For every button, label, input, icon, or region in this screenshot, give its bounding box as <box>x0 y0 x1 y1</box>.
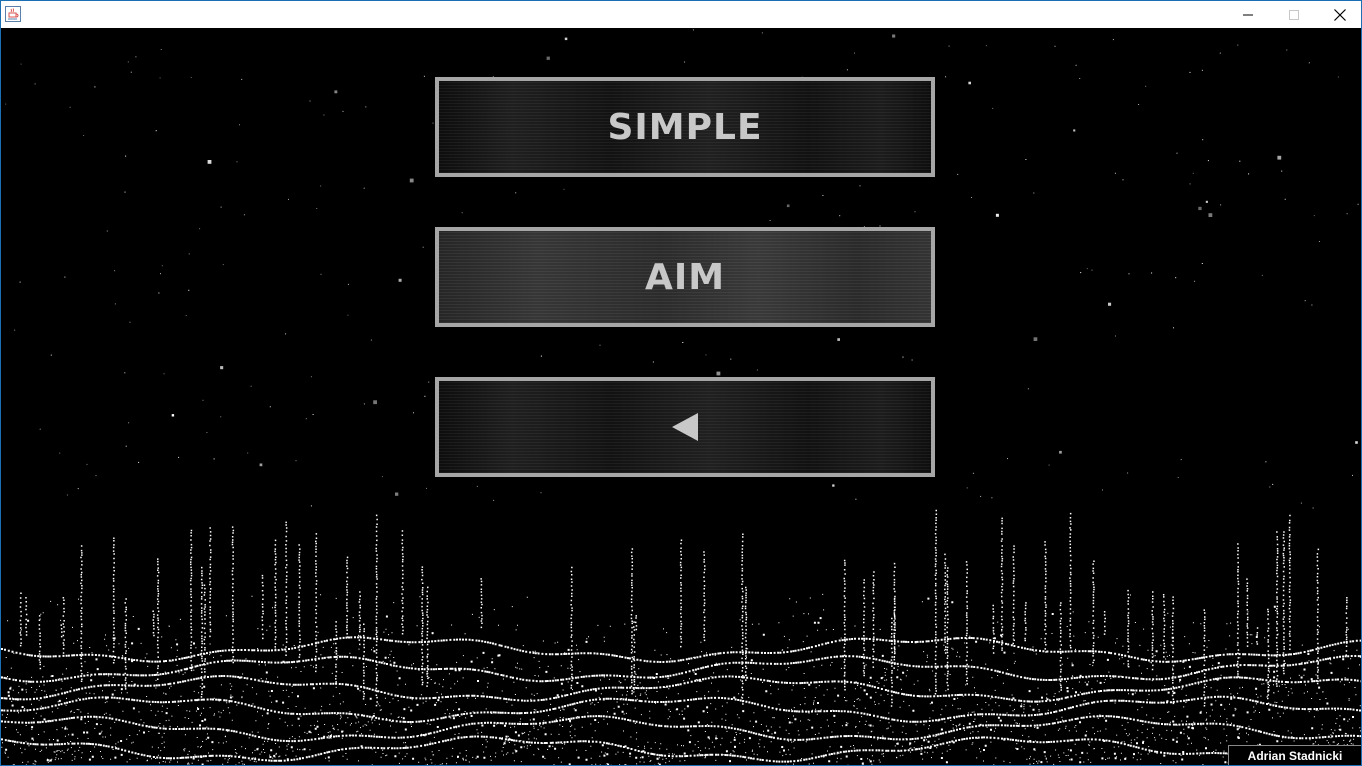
back-arrow-icon <box>672 413 698 441</box>
back-button[interactable] <box>435 377 935 477</box>
maximize-icon <box>1289 9 1299 20</box>
minimize-button[interactable] <box>1225 1 1271 28</box>
author-credit: Adrian Stadnicki <box>1228 745 1361 765</box>
java-coffee-icon <box>5 6 21 22</box>
close-button[interactable] <box>1317 1 1361 28</box>
game-scene: SIMPLE AIM Adrian Stadnicki <box>1 28 1361 765</box>
aim-mode-button[interactable]: AIM <box>435 227 935 327</box>
maximize-button[interactable] <box>1271 1 1317 28</box>
simple-mode-label: SIMPLE <box>607 106 763 148</box>
simple-mode-button[interactable]: SIMPLE <box>435 77 935 177</box>
aim-mode-label: AIM <box>644 256 726 298</box>
title-bar[interactable] <box>1 1 1361 28</box>
minimize-icon <box>1243 14 1253 15</box>
close-icon <box>1334 8 1346 21</box>
app-window: SIMPLE AIM Adrian Stadnicki <box>0 0 1362 766</box>
